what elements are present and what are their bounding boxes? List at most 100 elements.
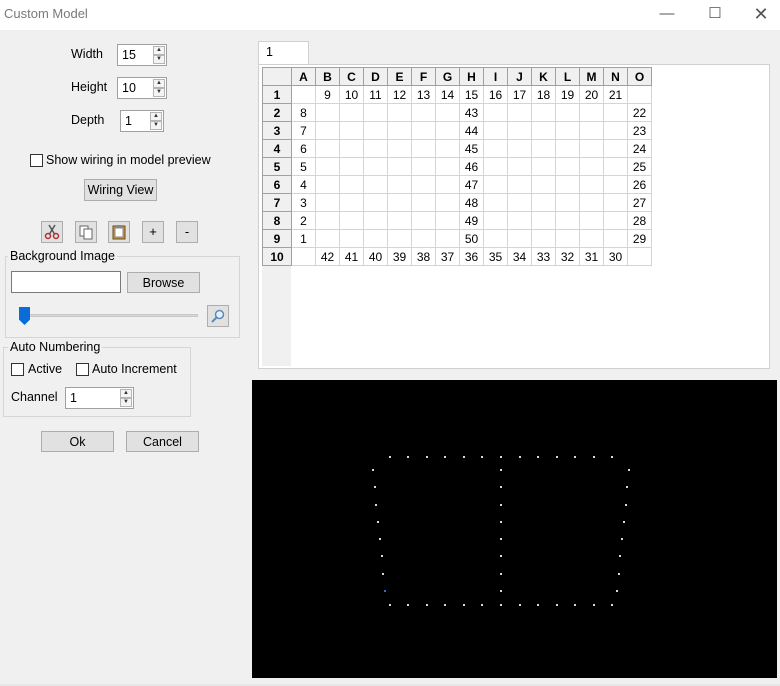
cut-button[interactable] [41, 221, 63, 243]
grid-cell[interactable] [483, 229, 508, 248]
channel-spinner[interactable]: 1 ▲ ▼ [65, 387, 134, 409]
grid-cell[interactable] [315, 157, 340, 176]
grid-cell[interactable] [291, 247, 316, 266]
grid-cell[interactable]: 33 [531, 247, 556, 266]
spin-up-icon[interactable]: ▲ [153, 79, 165, 88]
grid-cell[interactable] [435, 193, 460, 212]
grid-cell[interactable]: 28 [627, 211, 652, 230]
grid-cell[interactable] [603, 103, 628, 122]
grid-cell[interactable] [579, 139, 604, 158]
grid-cell[interactable]: 39 [387, 247, 412, 266]
grid-cell[interactable]: 12 [387, 85, 412, 104]
grid-cell[interactable] [435, 211, 460, 230]
grid-cell[interactable] [531, 157, 556, 176]
grid-cell[interactable] [603, 175, 628, 194]
maximize-button[interactable]: ☐ [692, 0, 738, 30]
wiring-view-button[interactable]: Wiring View [84, 179, 157, 201]
row-header[interactable]: 10 [262, 247, 292, 266]
grid-cell[interactable]: 32 [555, 247, 580, 266]
grid-cell[interactable] [363, 211, 388, 230]
row-header[interactable]: 4 [262, 139, 292, 158]
grid-cell[interactable] [579, 193, 604, 212]
grid-cell[interactable] [483, 103, 508, 122]
column-header[interactable]: H [459, 67, 484, 86]
grid-cell[interactable] [627, 247, 652, 266]
grid-cell[interactable] [531, 175, 556, 194]
grid-cell[interactable] [387, 211, 412, 230]
grid-cell[interactable] [387, 175, 412, 194]
grid-cell[interactable] [363, 139, 388, 158]
grid-cell[interactable] [507, 229, 532, 248]
zoom-button[interactable] [207, 305, 229, 327]
add-row-button[interactable]: + [142, 221, 164, 243]
grid-cell[interactable] [555, 211, 580, 230]
grid-cell[interactable] [387, 157, 412, 176]
grid-cell[interactable]: 25 [627, 157, 652, 176]
grid-cell[interactable]: 19 [555, 85, 580, 104]
grid-cell[interactable] [579, 175, 604, 194]
column-header[interactable]: D [363, 67, 388, 86]
width-spinner[interactable]: 15 ▲ ▼ [117, 44, 167, 66]
model-grid[interactable]: ABCDEFGHIJKLMNO 1 9 10 11 12 13 14 15 16 17 18 19 20… [262, 67, 652, 266]
grid-cell[interactable] [555, 157, 580, 176]
grid-cell[interactable] [339, 157, 364, 176]
grid-cell[interactable] [411, 139, 436, 158]
grid-cell[interactable]: 34 [507, 247, 532, 266]
column-header[interactable]: F [411, 67, 436, 86]
grid-cell[interactable] [555, 139, 580, 158]
grid-cell[interactable] [315, 175, 340, 194]
grid-cell[interactable] [411, 175, 436, 194]
close-button[interactable]: ✕ [738, 0, 780, 30]
grid-cell[interactable] [339, 211, 364, 230]
spin-up-icon[interactable]: ▲ [120, 389, 132, 398]
grid-cell[interactable] [483, 121, 508, 140]
grid-cell[interactable] [363, 157, 388, 176]
grid-cell[interactable] [435, 103, 460, 122]
grid-cell[interactable] [315, 139, 340, 158]
browse-button[interactable]: Browse [127, 272, 200, 293]
grid-cell[interactable] [387, 103, 412, 122]
grid-cell[interactable] [435, 175, 460, 194]
grid-cell[interactable]: 40 [363, 247, 388, 266]
grid-cell[interactable] [579, 121, 604, 140]
grid-cell[interactable] [339, 175, 364, 194]
column-header[interactable]: A [291, 67, 316, 86]
column-header[interactable]: K [531, 67, 556, 86]
column-header[interactable]: C [339, 67, 364, 86]
grid-cell[interactable] [483, 193, 508, 212]
spin-up-icon[interactable]: ▲ [153, 46, 165, 55]
grid-cell[interactable] [411, 103, 436, 122]
grid-cell[interactable] [603, 211, 628, 230]
grid-cell[interactable]: 47 [459, 175, 484, 194]
grid-cell[interactable]: 35 [483, 247, 508, 266]
grid-cell[interactable] [531, 211, 556, 230]
grid-cell[interactable]: 45 [459, 139, 484, 158]
grid-cell[interactable]: 26 [627, 175, 652, 194]
grid-corner[interactable] [262, 67, 292, 86]
grid-cell[interactable]: 36 [459, 247, 484, 266]
grid-cell[interactable] [531, 229, 556, 248]
grid-cell[interactable] [435, 229, 460, 248]
depth-spinner[interactable]: 1 ▲ ▼ [120, 110, 164, 132]
column-header[interactable]: G [435, 67, 460, 86]
grid-cell[interactable]: 22 [627, 103, 652, 122]
grid-cell[interactable] [435, 157, 460, 176]
grid-cell[interactable] [315, 103, 340, 122]
grid-cell[interactable] [363, 103, 388, 122]
paste-button[interactable] [108, 221, 130, 243]
row-header[interactable]: 9 [262, 229, 292, 248]
row-header[interactable]: 7 [262, 193, 292, 212]
column-header[interactable]: I [483, 67, 508, 86]
grid-cell[interactable]: 17 [507, 85, 532, 104]
grid-cell[interactable]: 4 [291, 175, 316, 194]
column-header[interactable]: B [315, 67, 340, 86]
grid-cell[interactable] [603, 229, 628, 248]
grid-cell[interactable]: 6 [291, 139, 316, 158]
grid-cell[interactable]: 9 [315, 85, 340, 104]
height-spinner[interactable]: 10 ▲ ▼ [117, 77, 167, 99]
grid-cell[interactable]: 18 [531, 85, 556, 104]
spin-down-icon[interactable]: ▼ [153, 88, 165, 97]
column-header[interactable]: O [627, 67, 652, 86]
grid-cell[interactable]: 20 [579, 85, 604, 104]
grid-cell[interactable] [363, 175, 388, 194]
